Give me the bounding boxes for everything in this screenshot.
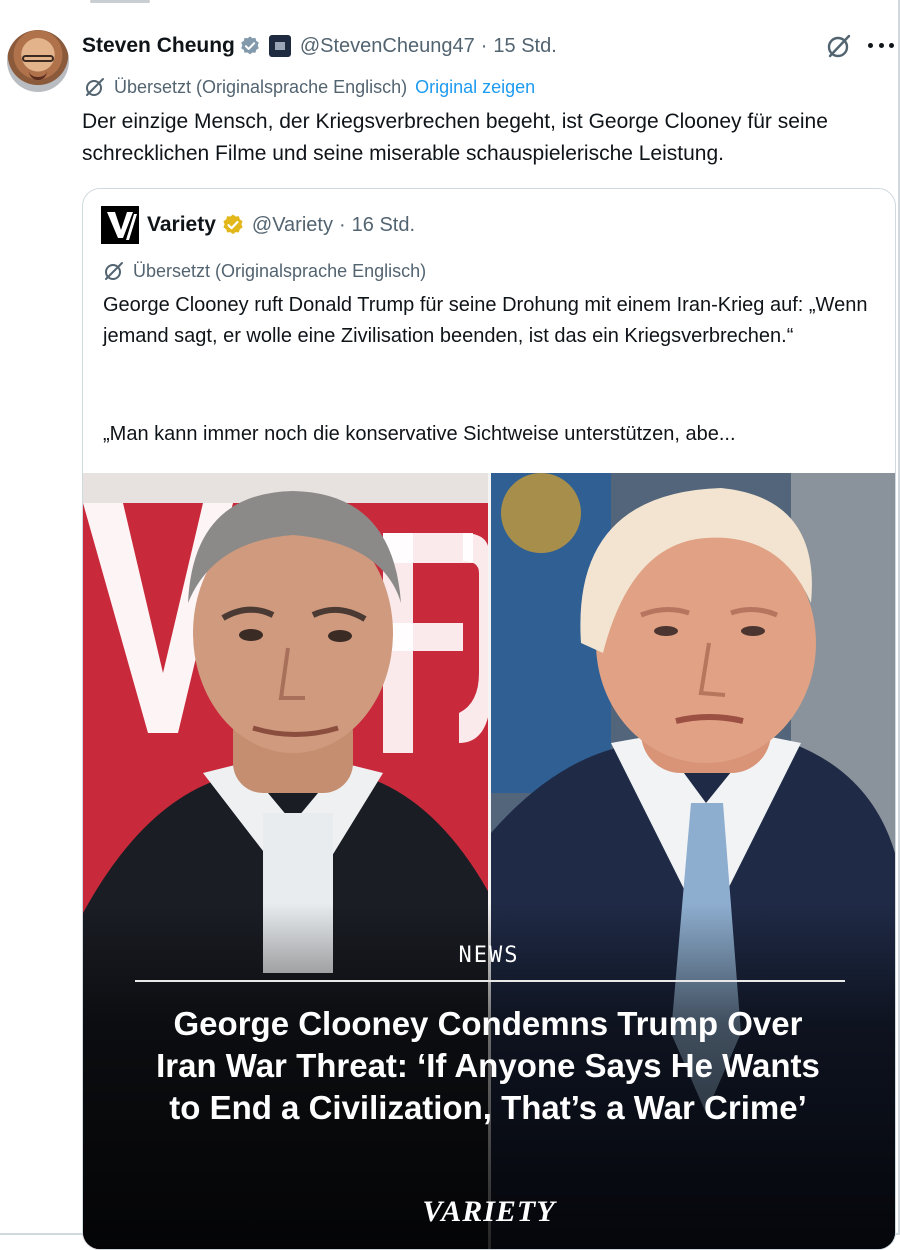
quoted-text: George Clooney ruft Donald Trump für sei… bbox=[103, 294, 868, 347]
quoted-author-name[interactable]: Variety bbox=[147, 213, 216, 237]
verified-badge-icon[interactable] bbox=[239, 35, 261, 57]
news-tag: NEWS bbox=[458, 943, 520, 968]
variety-wordmark: VARIETY bbox=[422, 1195, 556, 1228]
more-icon[interactable] bbox=[868, 32, 894, 58]
post-text: Der einzige Mensch, der Kriegsverbrechen… bbox=[82, 110, 828, 165]
translate-icon bbox=[105, 262, 123, 280]
translate-icon bbox=[86, 78, 104, 96]
variety-logo-icon[interactable] bbox=[101, 206, 139, 244]
post-header: Steven Cheung @StevenCheung47 · 15 Std. bbox=[82, 30, 557, 62]
separator: · bbox=[338, 213, 346, 236]
affiliation-flag-icon[interactable] bbox=[268, 35, 291, 57]
gold-verified-badge-icon[interactable] bbox=[221, 213, 245, 237]
post-time[interactable]: 15 Std. bbox=[493, 35, 556, 58]
avatar[interactable] bbox=[7, 30, 69, 92]
author-handle[interactable]: @StevenCheung47 bbox=[300, 35, 475, 58]
avatar-mouth bbox=[29, 71, 47, 80]
quoted-header: Variety @Variety · 16 Std. bbox=[101, 206, 415, 244]
quoted-time[interactable]: 16 Std. bbox=[352, 214, 415, 237]
separator: · bbox=[480, 34, 488, 57]
news-media-image[interactable]: NEWS George Clooney Condemns Trump Over … bbox=[83, 473, 895, 1249]
news-rule-divider bbox=[135, 980, 845, 982]
quoted-translation-line: Übersetzt (Originalsprache Englisch) bbox=[103, 258, 426, 284]
variety-v-icon bbox=[107, 212, 137, 240]
show-original-link[interactable]: Original zeigen bbox=[415, 77, 535, 98]
previous-post-remnant bbox=[80, 0, 200, 6]
translation-note: Übersetzt (Originalsprache Englisch) bbox=[114, 76, 408, 97]
avatar-glasses bbox=[22, 55, 54, 62]
quoted-text-continued: „Man kann immer noch die konservative Si… bbox=[103, 423, 736, 445]
quoted-post-card[interactable]: Variety @Variety · 16 Std. Übersetzt (Or… bbox=[82, 188, 896, 1250]
quoted-handle[interactable]: @Variety bbox=[252, 214, 333, 237]
translate-icon[interactable] bbox=[825, 32, 853, 60]
quoted-translation-note: Übersetzt (Originalsprache Englisch) bbox=[133, 260, 427, 281]
news-headline: George Clooney Condemns Trump Over Iran … bbox=[156, 1005, 820, 1126]
translation-line: Übersetzt (Originalsprache Englisch) Ori… bbox=[84, 74, 535, 100]
author-name[interactable]: Steven Cheung bbox=[82, 34, 235, 58]
